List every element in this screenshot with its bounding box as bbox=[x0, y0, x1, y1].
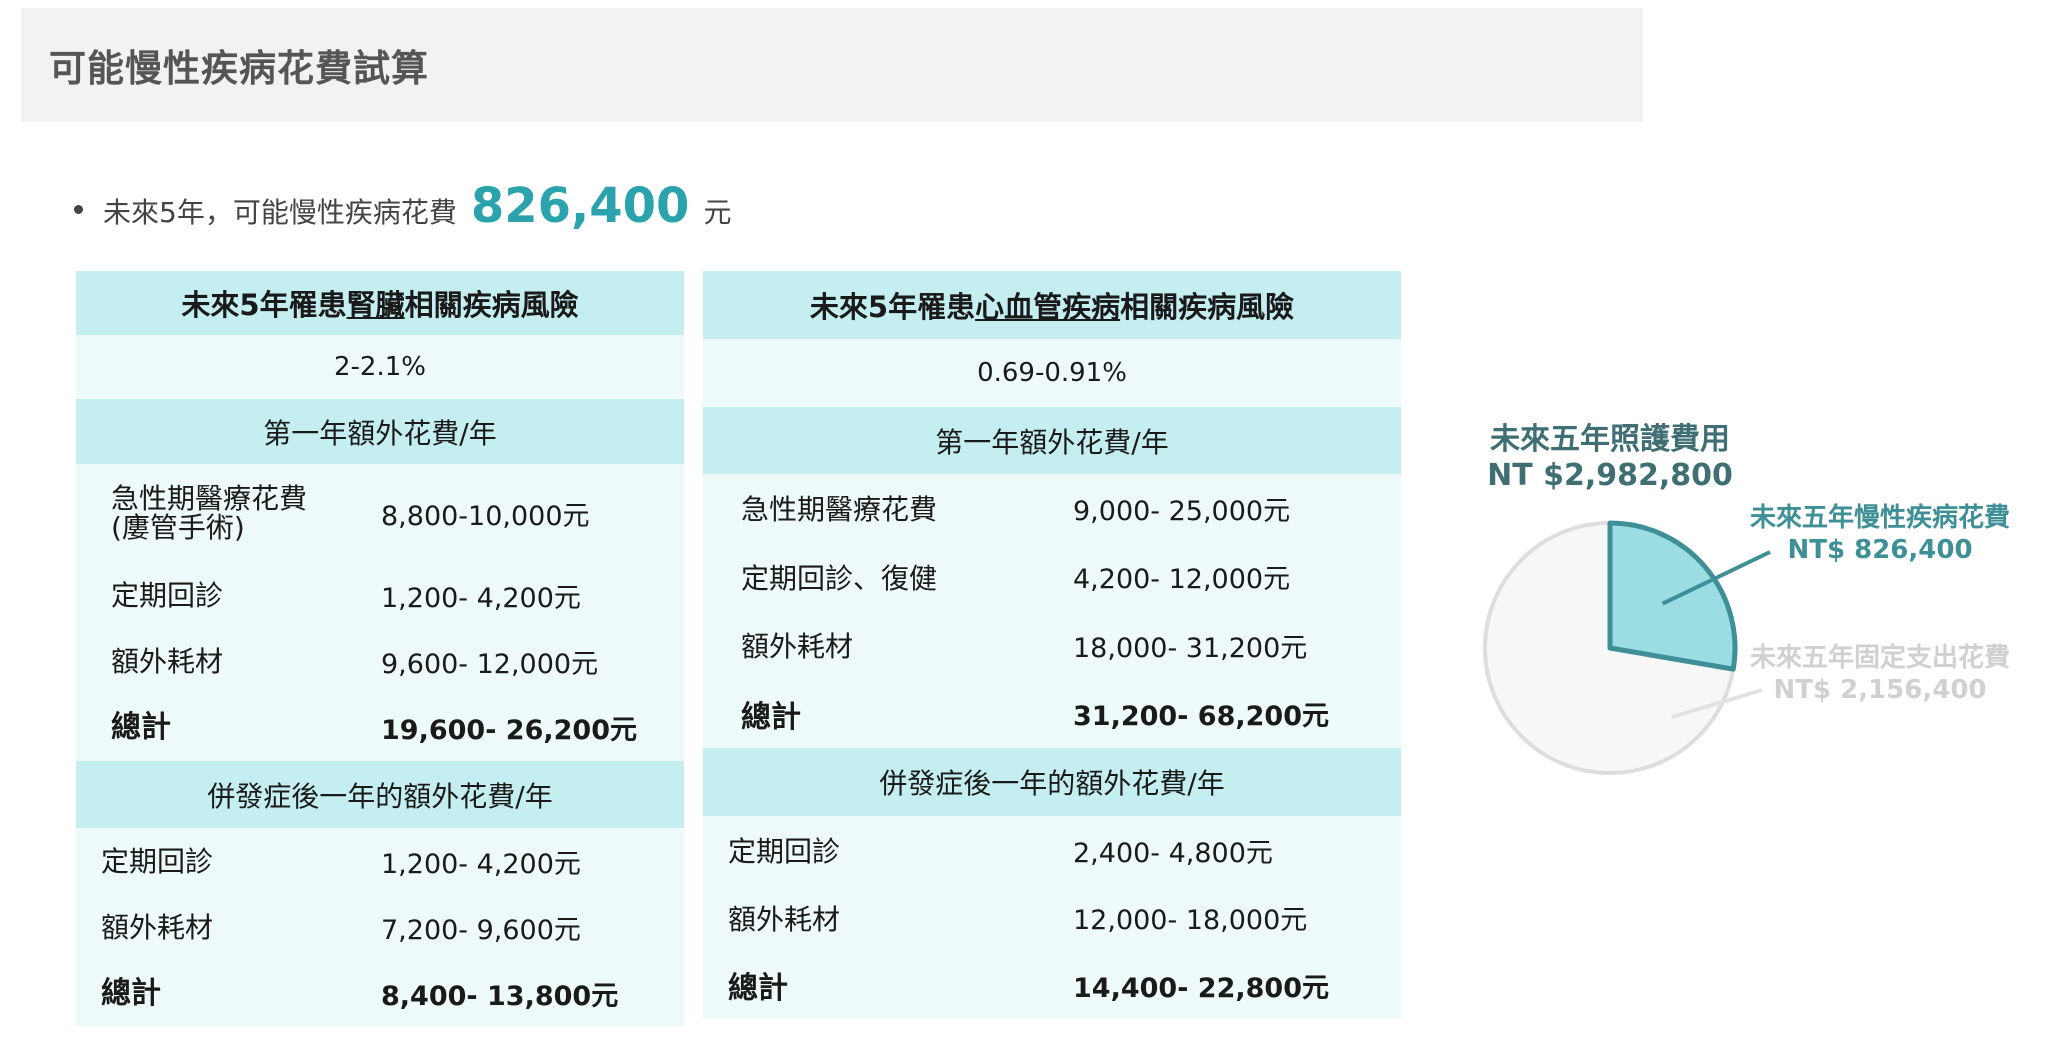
pie-title-line1: 未來五年照護費用 bbox=[1490, 422, 1730, 457]
section-label: 第一年額外花費/年 bbox=[935, 425, 1169, 459]
table-row: 額外耗材 7,200- 9,600元 bbox=[76, 894, 684, 960]
row-label: 定期回診 bbox=[111, 578, 224, 612]
section-after-complication: 併發症後一年的額外花費/年 bbox=[703, 748, 1401, 816]
row-value: 7,200- 9,600元 bbox=[381, 914, 581, 946]
row-value: 8,400- 13,800元 bbox=[381, 980, 619, 1012]
summary-amount: 826,400 bbox=[470, 178, 690, 234]
summary-prefix: 未來5年，可能慢性疾病花費 bbox=[103, 196, 457, 229]
row-value: 19,600- 26,200元 bbox=[381, 715, 637, 746]
pie-slice-chronic bbox=[1607, 520, 1738, 672]
risk-value: 2-2.1% bbox=[76, 335, 684, 399]
row-label-line2: (廔管手術) bbox=[111, 511, 245, 544]
section-label: 併發症後一年的額外花費/年 bbox=[207, 779, 553, 813]
table-title-post: 相關疾病風險 bbox=[404, 288, 579, 322]
pie-label-fixed-line1: 未來五年固定支出花費 bbox=[1749, 643, 2010, 673]
row-label: 總計 bbox=[741, 699, 801, 735]
pie-label-chronic-line2: NT$ 826,400 bbox=[1787, 535, 1973, 565]
table-row: 定期回診 1,200- 4,200元 bbox=[76, 828, 684, 894]
table-row-total: 總計 31,200- 68,200元 bbox=[703, 679, 1401, 748]
risk-text: 0.69-0.91% bbox=[977, 358, 1127, 388]
section-first-year: 第一年額外花費/年 bbox=[76, 399, 684, 464]
page-title: 可能慢性疾病花費試算 bbox=[49, 47, 429, 90]
bullet-icon bbox=[74, 205, 83, 214]
pie-title: 未來五年照護費用 NT $2,982,800 bbox=[1440, 422, 1780, 494]
section-after-complication: 併發症後一年的額外花費/年 bbox=[76, 761, 684, 828]
table-title-pre: 未來5年罹患 bbox=[809, 290, 976, 324]
row-value: 8,800-10,000元 bbox=[381, 500, 590, 532]
table-title: 未來5年罹患 心血管疾病 相關疾病風險 bbox=[703, 271, 1401, 339]
risk-value: 0.69-0.91% bbox=[703, 339, 1401, 407]
row-value: 9,600- 12,000元 bbox=[381, 648, 599, 680]
row-label: 總計 bbox=[101, 975, 161, 1011]
table-row: 定期回診、復健 4,200- 12,000元 bbox=[703, 542, 1401, 611]
row-label: 額外耗材 bbox=[741, 630, 854, 663]
table-title-post: 相關疾病風險 bbox=[1120, 290, 1295, 324]
row-value: 18,000- 31,200元 bbox=[1073, 632, 1308, 664]
summary-line: 未來5年，可能慢性疾病花費 826,400 元 bbox=[74, 178, 731, 248]
row-value: 4,200- 12,000元 bbox=[1073, 564, 1291, 595]
summary-unit: 元 bbox=[703, 196, 732, 229]
row-value: 12,000- 18,000元 bbox=[1073, 905, 1308, 936]
row-label: 總計 bbox=[728, 971, 788, 1006]
cardio-risk-table: 未來5年罹患 心血管疾病 相關疾病風險 0.69-0.91% 第一年額外花費/年 急… bbox=[703, 271, 1401, 1019]
table-title-pre: 未來5年罹患 bbox=[181, 288, 347, 322]
section-first-year: 第一年額外花費/年 bbox=[703, 407, 1401, 474]
row-value: 1,200- 4,200元 bbox=[381, 848, 581, 880]
pie-label-fixed-line2: NT$ 2,156,400 bbox=[1773, 675, 1987, 705]
pie-label-chronic: 未來五年慢性疾病花費 NT$ 826,400 bbox=[1740, 502, 2020, 566]
table-row-total: 總計 14,400- 22,800元 bbox=[703, 951, 1401, 1019]
row-value: 2,400- 4,800元 bbox=[1073, 837, 1273, 869]
row-value: 9,000- 25,000元 bbox=[1073, 495, 1291, 527]
row-label: 額外耗材 bbox=[111, 644, 224, 678]
table-row: 定期回診 1,200- 4,200元 bbox=[76, 562, 684, 628]
table-row: 定期回診 2,400- 4,800元 bbox=[703, 816, 1401, 884]
row-label: 額外耗材 bbox=[101, 910, 214, 944]
row-value: 14,400- 22,800元 bbox=[1073, 972, 1329, 1004]
table-row: 額外耗材 12,000- 18,000元 bbox=[703, 884, 1401, 951]
table-row: 額外耗材 9,600- 12,000元 bbox=[76, 628, 684, 694]
row-label: 額外耗材 bbox=[728, 902, 841, 936]
section-label: 併發症後一年的額外花費/年 bbox=[879, 767, 1225, 800]
pie-label-chronic-line1: 未來五年慢性疾病花費 bbox=[1749, 503, 2010, 533]
row-value: 31,200- 68,200元 bbox=[1073, 701, 1329, 732]
row-label: 定期回診 bbox=[728, 835, 841, 868]
table-row-total: 總計 19,600- 26,200元 bbox=[76, 694, 684, 761]
pie-title-line2: NT $2,982,800 bbox=[1487, 458, 1733, 493]
row-value: 1,200- 4,200元 bbox=[381, 582, 581, 614]
table-title-keyword: 心血管疾病 bbox=[975, 290, 1121, 324]
pie-label-fixed: 未來五年固定支出花費 NT$ 2,156,400 bbox=[1740, 642, 2020, 706]
risk-text: 2-2.1% bbox=[334, 352, 426, 382]
table-row: 急性期醫療花費 9,000- 25,000元 bbox=[703, 474, 1401, 542]
row-label: 急性期醫療花費 (廔管手術) bbox=[76, 484, 381, 542]
row-label: 總計 bbox=[111, 710, 171, 745]
table-title: 未來5年罹患 腎臟 相關疾病風險 bbox=[76, 271, 684, 335]
kidney-risk-table: 未來5年罹患 腎臟 相關疾病風險 2-2.1% 第一年額外花費/年 急性期醫療花費 … bbox=[76, 271, 684, 1026]
table-row: 急性期醫療花費 (廔管手術) 8,800-10,000元 bbox=[76, 464, 684, 562]
section-header: 可能慢性疾病花費試算 bbox=[21, 8, 1643, 122]
care-cost-pie-chart: 未來五年照護費用 NT $2,982,800 未來五年慢性疾病花費 NT$ 82… bbox=[1440, 400, 2040, 820]
table-row: 額外耗材 18,000- 31,200元 bbox=[703, 611, 1401, 679]
section-label: 第一年額外花費/年 bbox=[263, 416, 497, 450]
page: 可能慢性疾病花費試算 未來5年，可能慢性疾病花費 826,400 元 未來5年罹… bbox=[0, 0, 2048, 1057]
row-label: 定期回診 bbox=[101, 844, 214, 878]
row-label: 急性期醫療花費 bbox=[741, 493, 938, 526]
table-title-keyword: 腎臟 bbox=[346, 288, 405, 322]
table-row-total: 總計 8,400- 13,800元 bbox=[76, 960, 684, 1026]
row-label: 定期回診、復健 bbox=[741, 561, 938, 595]
